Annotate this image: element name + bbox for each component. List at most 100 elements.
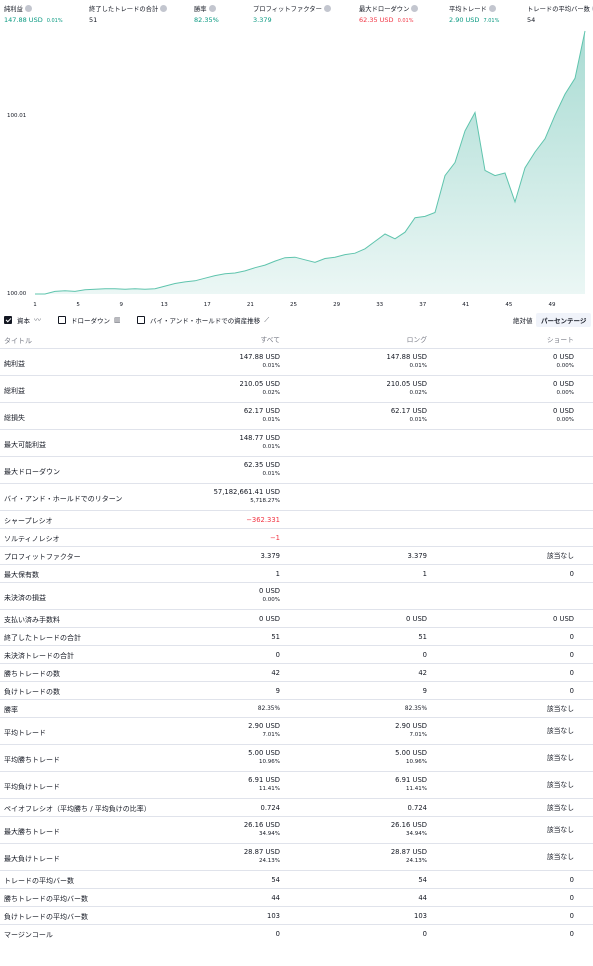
row-title: 未決済の損益 [4, 594, 46, 602]
table-row: ペイオフレシオ（平均勝ち / 平均負けの比率） 0.724 0.724 該当なし [0, 798, 593, 816]
summary-stat-label: 終了したトレードの合計 [89, 4, 168, 13]
summary-stat: 最大ドローダウン 62.35 USD 0.01% [359, 4, 419, 24]
cell-all: 147.88 USD 0.01% [240, 353, 280, 370]
summary-stat: 純利益 147.88 USD 0.01% [4, 4, 63, 24]
cell-all-value: 103 [267, 912, 280, 920]
summary-stat-label-text: 平均トレード [449, 6, 487, 13]
row-title: トレードの平均バー数 [4, 877, 74, 885]
cell-all-value: 26.16 USD [243, 821, 280, 829]
row-title: 負けトレードの数 [4, 688, 60, 696]
cell-all-value: 42 [271, 669, 280, 677]
table-row: 支払い済み手数料 0 USD 0 USD 0 USD [0, 609, 593, 627]
row-title: 勝ちトレードの数 [4, 670, 60, 678]
table-row: バイ・アンド・ホールドでのリターン 57,182,661.41 USD 5,718.… [0, 483, 593, 510]
drawdown-toggle[interactable]: ドローダウン ▥ [58, 315, 121, 325]
drawdown-checkbox[interactable] [58, 316, 66, 324]
cell-short: 0 USD 0.00% [553, 407, 574, 424]
table-row: 最大負けトレード 28.87 USD 24.13% 28.87 USD 24.13% 該当… [0, 843, 593, 870]
cell-long-percent: 24.13% [406, 858, 427, 864]
row-title: ペイオフレシオ（平均勝ち / 平均負けの比率） [4, 805, 151, 813]
percentage-toggle[interactable]: パーセンテージ [536, 313, 592, 327]
cell-all-value: 62.35 USD [243, 461, 280, 469]
summary-stat-percent: 0.01% [397, 18, 414, 24]
cell-all-value: 3.379 [260, 552, 280, 560]
cell-long: 5.00 USD 10.96% [395, 749, 427, 766]
summary-stat-percent: 7.01% [483, 18, 500, 24]
drawdown-label: ドローダウン [71, 317, 110, 325]
equity-chart [0, 26, 593, 312]
cell-all: 210.05 USD 0.02% [240, 380, 280, 397]
cell-all: −1 [270, 534, 280, 543]
x-tick-label: 5 [76, 302, 80, 308]
cell-short: 0 [570, 633, 574, 642]
table-row: 負けトレードの平均バー数 103 103 0 [0, 906, 593, 924]
equity-toggle[interactable]: 資本 〰 [4, 315, 41, 325]
cell-long-value: 147.88 USD [386, 353, 427, 361]
cell-long-value: 54 [418, 876, 427, 884]
cell-long-percent: 0.01% [409, 417, 427, 423]
cell-all: 103 [267, 912, 280, 921]
buyhold-checkbox[interactable] [137, 316, 145, 324]
cell-all-value: 0 [275, 930, 280, 938]
absolute-toggle[interactable]: 絶対値 [508, 313, 538, 327]
cell-long: 9 [423, 687, 427, 696]
cell-all-value: 57,182,661.41 USD [213, 488, 280, 496]
row-title: 総損失 [4, 414, 25, 422]
cell-long: 0 USD [406, 615, 427, 624]
row-title: 最大可能利益 [4, 441, 46, 449]
row-title: シャープレシオ [4, 517, 53, 525]
cell-all-value: 6.91 USD [248, 776, 280, 784]
cell-all: 0 USD [259, 615, 280, 624]
summary-stat-label: 最大ドローダウン [359, 4, 419, 13]
cell-all: 3.379 [261, 552, 280, 561]
cell-all-percent: 7.01% [262, 732, 280, 738]
cell-short-value: 0 USD [552, 407, 574, 415]
summary-stat-label: 勝率 [194, 4, 219, 13]
equity-checkbox[interactable] [4, 316, 12, 324]
summary-stat-percent: 0.01% [46, 18, 63, 24]
cell-long-value: 42 [418, 669, 427, 677]
x-tick-label: 21 [246, 302, 254, 308]
cell-short-percent: 0.00% [556, 363, 574, 369]
info-icon[interactable] [411, 5, 419, 12]
cell-short-value: 該当なし [546, 781, 574, 789]
summary-stat-value: 62.35 USD 0.01% [359, 16, 418, 24]
cell-short: 該当なし [547, 826, 574, 835]
cell-all: 57,182,661.41 USD 5,718.27% [214, 488, 280, 505]
cell-long-value: 9 [422, 687, 427, 695]
equity-label: 資本 [17, 317, 30, 325]
cell-short-value: 該当なし [546, 754, 574, 762]
info-icon[interactable] [208, 5, 216, 12]
y-tick-label: 100.01 [7, 113, 27, 119]
cell-short: 0 [570, 876, 574, 885]
cell-all-value: 9 [275, 687, 280, 695]
summary-stat: トレードの平均バー数 54 [527, 4, 593, 24]
header-title: タイトル [4, 337, 32, 345]
cell-all: −362.331 [246, 516, 280, 525]
cell-long: 62.17 USD 0.01% [391, 407, 427, 424]
performance-table: タイトル すべて ロング ショート 純利益 147.88 USD 0.01% 147.… [0, 333, 593, 942]
cell-long-value: 44 [418, 894, 427, 902]
row-title: マージンコール [4, 931, 53, 939]
table-row: 総利益 210.05 USD 0.02% 210.05 USD 0.02% 0 USD 0.… [0, 375, 593, 402]
cell-all: 26.16 USD 34.94% [244, 821, 280, 838]
cell-long: 1 [423, 570, 427, 579]
info-icon[interactable] [488, 5, 496, 12]
info-icon[interactable] [160, 5, 168, 12]
cell-short-value: 0 [569, 570, 574, 578]
info-icon[interactable] [323, 5, 331, 12]
table-row: 負けトレードの数 9 9 0 [0, 681, 593, 699]
cell-all: 44 [271, 894, 280, 903]
cell-long-value: 62.17 USD [390, 407, 427, 415]
table-row: ソルティノレシオ −1 [0, 528, 593, 546]
cell-short: 0 [570, 570, 574, 579]
cell-all: 0 USD 0.00% [259, 587, 280, 604]
summary-stat-label-text: トレードの平均バー数 [527, 6, 590, 13]
buyhold-line-icon: ⟋ [264, 315, 270, 324]
cell-short-percent: 0.00% [556, 390, 574, 396]
info-icon[interactable] [24, 5, 32, 12]
cell-short-value: 該当なし [546, 853, 574, 861]
row-title: 勝ちトレードの平均バー数 [4, 895, 88, 903]
buyhold-toggle[interactable]: バイ・アンド・ホールドでの資産推移 ⟋ [137, 315, 269, 325]
cell-short: 0 USD 0.00% [553, 353, 574, 370]
